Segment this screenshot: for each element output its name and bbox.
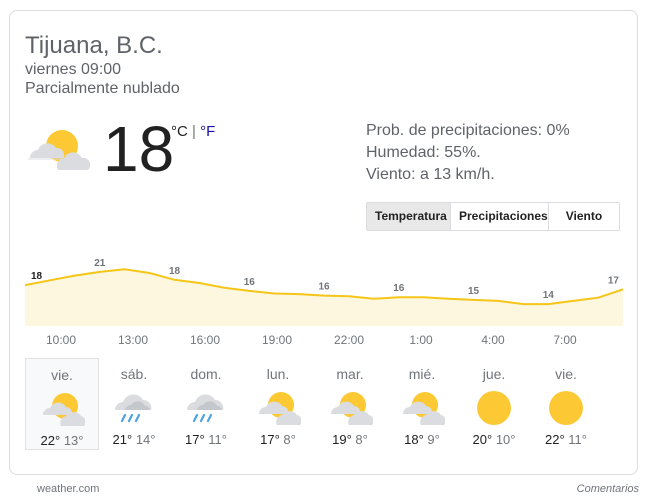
chart-data-label: 14 <box>543 290 555 301</box>
forecast-temps: 21° 14° <box>97 432 171 447</box>
celsius-unit: °C <box>171 123 188 140</box>
forecast-high: 17° <box>185 432 205 447</box>
forecast-low: 11° <box>208 432 227 447</box>
forecast-low: 14° <box>135 432 156 447</box>
forecast-temps: 17° 11° <box>169 432 243 447</box>
partly-cloudy-icon <box>327 388 374 428</box>
fahrenheit-unit-link[interactable]: °F <box>200 123 215 140</box>
chart-data-label: 18 <box>31 271 43 282</box>
chart-data-label: 16 <box>244 277 256 288</box>
forecast-day[interactable]: jue. 20° 10° <box>457 358 531 450</box>
forecast-day-name: lun. <box>266 366 290 382</box>
wind-stat: Viento: a 13 km/h. <box>366 166 495 183</box>
forecast-day[interactable]: vie. 22° 13° <box>25 358 99 450</box>
forecast-low: 13° <box>63 433 84 448</box>
forecast-high: 18° <box>404 432 424 447</box>
condition-text: Parcialmente nublado <box>25 80 180 97</box>
forecast-high: 17° <box>260 432 280 447</box>
hour-tick-label: 19:00 <box>261 333 293 347</box>
current-temperature: 18 <box>103 113 175 185</box>
forecast-day[interactable]: vie. 22° 11° <box>529 358 603 450</box>
location-title: Tijuana, B.C. <box>25 32 163 59</box>
sunny-icon <box>543 388 589 428</box>
forecast-temps: 18° 9° <box>385 432 459 447</box>
hour-tick-label: 22:00 <box>333 333 365 347</box>
tab-wind[interactable]: Viento <box>548 203 619 230</box>
hour-tick-label: 7:00 <box>553 333 577 347</box>
forecast-day-name: mié. <box>408 366 436 382</box>
chart-tabs: Temperatura Precipitaciones Viento <box>366 202 620 231</box>
forecast-low: 8° <box>355 432 368 447</box>
hour-tick-label: 16:00 <box>189 333 221 347</box>
forecast-day-name: dom. <box>190 366 222 382</box>
chart-data-label: 17 <box>608 275 620 286</box>
humidity-stat: Humedad: 55%. <box>366 144 481 161</box>
hour-tick-label: 1:00 <box>409 333 433 347</box>
forecast-high: 21° <box>112 432 133 447</box>
hour-tick-label: 10:00 <box>45 333 77 347</box>
chart-data-label: 16 <box>393 283 405 294</box>
forecast-day-name: mar. <box>336 366 364 382</box>
forecast-temps: 20° 10° <box>457 432 531 447</box>
forecast-day-name: sáb. <box>120 366 148 382</box>
date-time: viernes 09:00 <box>25 61 122 78</box>
source-label: weather.com <box>37 483 100 495</box>
partly-cloudy-icon <box>255 388 302 428</box>
forecast-high: 22° <box>40 433 61 448</box>
temperature-chart: 18 21 18 16 16 16 15 14 17 <box>25 258 623 326</box>
forecast-low: 10° <box>495 432 516 447</box>
forecast-day[interactable]: mar. 19° 8° <box>313 358 387 450</box>
forecast-day-name: vie. <box>51 367 73 383</box>
unit-toggle: °C | °F <box>171 123 215 140</box>
forecast-low: 11° <box>568 432 587 447</box>
forecast-day[interactable]: lun. 17° 8° <box>241 358 315 450</box>
forecast-low: 9° <box>427 432 440 447</box>
forecast-day-name: jue. <box>482 366 506 382</box>
chart-data-label: 18 <box>169 266 181 277</box>
feedback-link[interactable]: Comentarios <box>577 483 639 495</box>
forecast-day[interactable]: dom. 17° 11° <box>169 358 243 450</box>
chart-data-label: 21 <box>94 258 106 269</box>
precipitation-stat: Prob. de precipitaciones: 0% <box>366 122 570 139</box>
forecast-high: 20° <box>472 432 493 447</box>
forecast-day[interactable]: mié. 18° 9° <box>385 358 459 450</box>
unit-separator: | <box>187 123 201 140</box>
partly-cloudy-icon <box>39 389 86 429</box>
daily-forecast: vie. 22° 13° sáb. 21° 14° dom. 17° 11° lun. 17°… <box>25 358 615 452</box>
partly-cloudy-icon <box>28 130 90 170</box>
chart-data-label: 16 <box>318 282 330 293</box>
hour-tick-label: 4:00 <box>481 333 505 347</box>
forecast-temps: 22° 11° <box>529 432 603 447</box>
forecast-day-name: vie. <box>555 366 577 382</box>
forecast-day[interactable]: sáb. 21° 14° <box>97 358 171 450</box>
partly-cloudy-icon <box>399 388 446 428</box>
forecast-temps: 22° 13° <box>26 433 98 448</box>
hour-axis: 10:00 13:00 16:00 19:00 22:00 1:00 4:00 7:00 <box>25 333 623 349</box>
forecast-high: 22° <box>545 432 565 447</box>
tab-precipitation[interactable]: Precipitaciones <box>450 203 548 230</box>
forecast-high: 19° <box>332 432 352 447</box>
forecast-temps: 17° 8° <box>241 432 315 447</box>
weather-stats: Prob. de precipitaciones: 0% Humedad: 55… <box>366 120 570 186</box>
rain-icon <box>183 388 229 428</box>
rain-icon <box>111 388 157 428</box>
sunny-icon <box>471 388 517 428</box>
chart-data-label: 15 <box>468 286 480 297</box>
forecast-low: 8° <box>283 432 296 447</box>
tab-temperature[interactable]: Temperatura <box>367 203 450 230</box>
hour-tick-label: 13:00 <box>117 333 149 347</box>
temperature-area <box>25 269 623 326</box>
forecast-temps: 19° 8° <box>313 432 387 447</box>
